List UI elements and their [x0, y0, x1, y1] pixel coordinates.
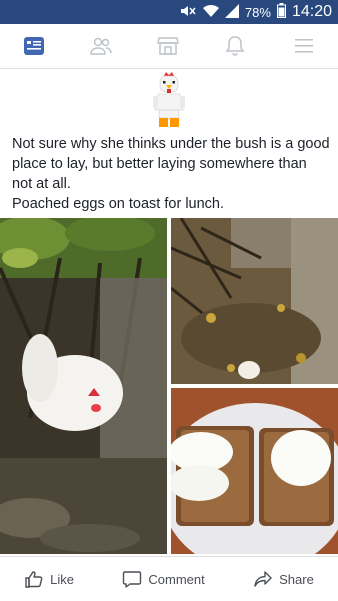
comment-label: Comment: [148, 571, 205, 587]
mute-icon: [179, 4, 197, 21]
post-text-line: Not sure why she thinks under the bush i…: [12, 136, 330, 192]
share-button[interactable]: Share: [253, 569, 314, 589]
like-button[interactable]: Like: [24, 569, 74, 589]
marketplace-icon: [157, 37, 179, 55]
battery-percent: 78%: [244, 4, 271, 20]
status-bar-right: 78% 14:20: [179, 0, 332, 24]
post-text-line: Poached eggs on toast for lunch.: [12, 196, 225, 212]
poached-eggs-on-toast-photo[interactable]: [171, 388, 338, 554]
hen-under-bush-photo[interactable]: [0, 218, 167, 554]
comment-button[interactable]: Comment: [122, 569, 205, 589]
thumbs-up-icon: [25, 571, 43, 588]
nav-friends[interactable]: [81, 24, 121, 68]
notifications-icon: [225, 36, 245, 56]
share-arrow-icon: [254, 571, 272, 587]
like-label: Like: [50, 571, 75, 587]
nav-news-feed[interactable]: [14, 24, 54, 68]
top-nav-bar: [0, 24, 338, 69]
menu-icon: [295, 39, 313, 53]
friends-icon: [90, 37, 112, 55]
nav-menu[interactable]: [284, 24, 324, 68]
signal-icon: [224, 3, 239, 21]
share-label: Share: [279, 571, 314, 587]
status-bar: 78% 14:20: [0, 0, 338, 24]
battery-icon: [276, 3, 286, 21]
news-feed-icon: [24, 37, 44, 55]
nav-marketplace[interactable]: [148, 24, 188, 68]
post-action-bar: Like Comment Share: [0, 556, 338, 601]
lego-chicken-avatar-icon: [153, 72, 185, 127]
comment-icon: [123, 571, 142, 588]
wifi-icon: [202, 4, 219, 21]
egg-on-ground-photo[interactable]: [171, 218, 338, 384]
nav-notifications[interactable]: [215, 24, 255, 68]
post-avatar[interactable]: [150, 70, 188, 130]
post-text: Not sure why she thinks under the bush i…: [12, 134, 330, 214]
clock: 14:20: [291, 3, 332, 20]
